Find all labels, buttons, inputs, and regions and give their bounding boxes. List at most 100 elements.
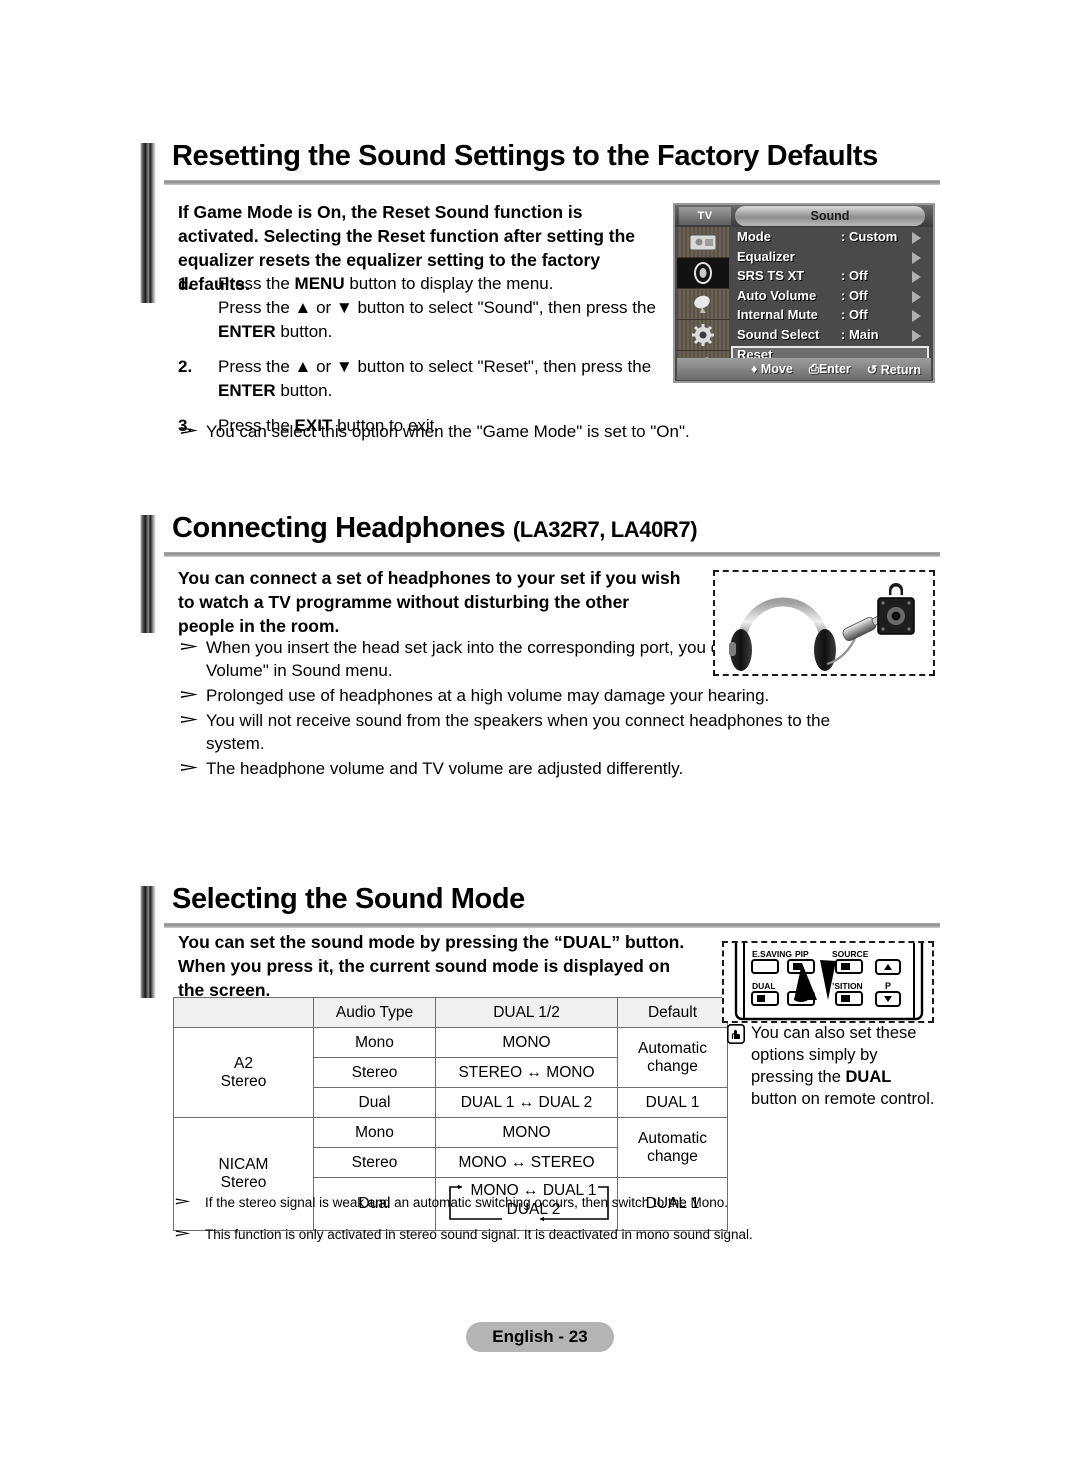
osd-rows: Mode : Custom Equalizer SRS TS XT : Off … [731, 229, 929, 367]
osd-hint-enter: ⎙Enter [808, 361, 851, 376]
speaker-icon [694, 262, 712, 284]
osd-tv-label: TV [679, 207, 731, 225]
step-1-line2: Press the ▲ or ▼ button to select "Sound… [218, 298, 656, 317]
heading-rule [164, 552, 940, 557]
table-header-audio-type: Audio Type [313, 997, 436, 1028]
group-label-a2: A2 Stereo [173, 1027, 314, 1118]
osd-row-sound-select[interactable]: Sound Select : Main [731, 327, 929, 347]
arrow-bullet-icon [175, 1230, 191, 1237]
table-row: A2 Stereo Mono MONO Automatic change [173, 1027, 728, 1118]
step-1-line1c: button to display the menu. [344, 274, 554, 293]
note-text: This function is only activated in stere… [205, 1227, 753, 1242]
cell-default: Automatic change [617, 1027, 728, 1088]
chevron-right-icon [912, 271, 921, 283]
chevron-right-icon [912, 232, 921, 244]
svg-text:DUAL: DUAL [752, 981, 776, 991]
arrow-bullet-icon [181, 764, 198, 771]
note-item: Prolonged use of headphones at a high vo… [178, 684, 888, 707]
cell-default: Automatic change [617, 1117, 728, 1178]
arrow-bullet-icon [181, 643, 198, 650]
group-label-line1: NICAM [218, 1156, 269, 1173]
cell-dual: MONO [435, 1027, 618, 1058]
hint-line1: You can also set these [751, 1024, 917, 1042]
group-label-line2: Stereo [220, 1174, 267, 1191]
osd-row-value: : Main [841, 326, 879, 342]
svg-text:PIP: PIP [795, 949, 809, 959]
section-accent-bar [140, 886, 156, 998]
arrow-bullet-icon [181, 427, 198, 434]
group-label-line2: Stereo [220, 1072, 267, 1090]
step-1-line1a: Press the [218, 274, 295, 293]
remote-illustration-box: E.SAVING PIP SOURCE DUAL ’SITION P [722, 933, 934, 1023]
arrow-bullet-icon [175, 1198, 191, 1205]
osd-row-mode[interactable]: Mode : Custom [731, 229, 929, 249]
heading-rule [164, 923, 940, 928]
page-title: Selecting the Sound Mode [172, 883, 525, 915]
cell-audio-type: Mono [313, 1027, 436, 1058]
section-accent-bar [140, 515, 156, 633]
osd-icon-sound[interactable] [677, 258, 729, 289]
osd-hint-move: ♦ Move [751, 362, 793, 376]
step-1-enter-key: ENTER [218, 322, 276, 341]
osd-row-label: Internal Mute [737, 307, 818, 322]
step-1-menu-key: MENU [294, 274, 345, 293]
svg-text:E.SAVING: E.SAVING [752, 949, 792, 959]
step-1: 1. Press the MENU button to display the … [178, 272, 678, 344]
chevron-right-icon [912, 251, 921, 264]
note-text: Prolonged use of headphones at a high vo… [206, 686, 770, 705]
section1-notes: You can select this option when the "Gam… [178, 420, 898, 445]
hand-pointer-icon [727, 1024, 745, 1044]
chevron-right-icon [912, 329, 921, 342]
osd-row-value: : Off [841, 268, 868, 283]
cell-dual: MONO ↔ STEREO [435, 1147, 618, 1178]
osd-row-auto-volume[interactable]: Auto Volume : Off [731, 288, 929, 308]
arrow-bullet-icon [181, 691, 198, 698]
headphone-jack-illustration [729, 583, 915, 671]
note-item: If the stereo signal is weak and an auto… [165, 1193, 865, 1213]
note-text: If the stereo signal is weak and an auto… [205, 1195, 729, 1210]
osd-row-label: SRS TS XT [737, 268, 805, 283]
osd-icon-setup[interactable] [677, 320, 729, 351]
cell-audio-type: Dual [313, 1087, 436, 1118]
step-2-line2c: button. [275, 381, 333, 400]
group-label-line1: A2 [234, 1054, 253, 1072]
note-item: You can select this option when the "Gam… [178, 420, 898, 443]
cell-dual: STEREO ↔ MONO [435, 1057, 618, 1088]
step-2-number: 2. [178, 357, 193, 376]
satellite-icon [694, 295, 710, 313]
note-text: The headphone volume and TV volume are a… [206, 759, 684, 778]
osd-icon-channel[interactable] [677, 289, 729, 320]
osd-menu-title: Sound [735, 206, 925, 226]
note-item: You will not receive sound from the spea… [178, 709, 888, 755]
manual-page: Resetting the Sound Settings to the Fact… [0, 0, 1080, 1472]
table-header-blank [173, 997, 314, 1028]
osd-icon-picture[interactable] [677, 227, 729, 258]
osd-row-internal-mute[interactable]: Internal Mute : Off [731, 307, 929, 327]
section-accent-bar [140, 143, 156, 303]
hint-line4: button on remote control. [751, 1090, 935, 1108]
section3-intro: You can set the sound mode by pressing t… [178, 932, 685, 1000]
cell-dual: MONO [435, 1117, 618, 1148]
note-text: You will not receive sound from the spea… [206, 711, 831, 753]
osd-row-srs-ts-xt[interactable]: SRS TS XT : Off [731, 268, 929, 288]
osd-row-equalizer[interactable]: Equalizer [731, 249, 929, 269]
cell-audio-type: Stereo [313, 1057, 436, 1088]
remote-hint-note: You can also set these options simply by… [727, 1022, 942, 1110]
osd-row-value: : Custom [841, 229, 898, 244]
step-1-line3c: button. [275, 322, 333, 341]
hint-dual-key: DUAL [845, 1068, 892, 1086]
svg-text:’SITION: ’SITION [832, 981, 863, 991]
svg-text:P: P [885, 981, 891, 991]
headphone-illustration-box [713, 570, 935, 676]
chevron-right-icon [912, 290, 921, 303]
table-header-row: Audio Type DUAL 1/2 Default [173, 997, 728, 1028]
osd-hint-return: ↺ Return [866, 362, 921, 377]
table-row: NICAM Stereo Mono MONO Automatic change [173, 1117, 728, 1231]
osd-row-value: : Off [841, 287, 868, 303]
step-2-line1: Press the ▲ or ▼ button to select "Reset… [218, 357, 652, 376]
hint-line2: options simply by [751, 1046, 878, 1064]
page-number-badge: English - 23 [466, 1322, 614, 1352]
step-1-number: 1. [178, 274, 193, 293]
cell-audio-type: Mono [313, 1117, 436, 1148]
step-2: 2. Press the ▲ or ▼ button to select "Re… [178, 355, 678, 403]
